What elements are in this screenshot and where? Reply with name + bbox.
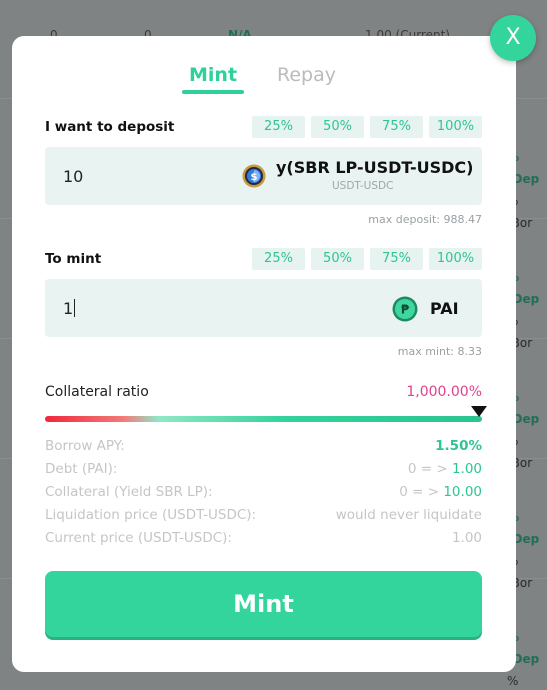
collateral-arrow: = > [412, 484, 440, 500]
mint-percent-buttons: 25% 50% 75% 100% [252, 248, 482, 270]
deposit-percent-buttons: 25% 50% 75% 100% [252, 116, 482, 138]
max-deposit-hint: max deposit: 988.47 [368, 213, 482, 226]
collateral-ratio-value: 1,000.00% [406, 384, 482, 400]
active-tab-indicator [182, 90, 244, 94]
borrow-apy-label: Borrow APY: [45, 438, 125, 454]
tab-repay[interactable]: Repay [277, 64, 336, 86]
liquidation-price-label: Liquidation price (USDT-USDC): [45, 507, 257, 523]
mint-token-name: PAI [430, 299, 459, 318]
deposit-token-name: y(SBR LP-USDT-USDC) [276, 158, 474, 177]
mint-submit-button[interactable]: Mint [45, 571, 482, 637]
mint-75-button[interactable]: 75% [370, 248, 423, 270]
svg-text:₱: ₱ [401, 303, 410, 317]
deposit-token-sub: USDT-USDC [332, 180, 394, 192]
tab-bar: Mint Repay [12, 64, 516, 96]
mint-50-button[interactable]: 50% [311, 248, 364, 270]
max-mint-hint: max mint: 8.33 [397, 345, 482, 358]
debt-arrow: = > [420, 461, 448, 477]
collateral-label: Collateral (Yield SBR LP): [45, 484, 213, 500]
close-icon[interactable]: X [490, 15, 536, 61]
deposit-input[interactable]: 10 $ y(SBR LP-USDT-USDC) USDT-USDC [45, 147, 482, 205]
collateral-ratio-label: Collateral ratio [45, 384, 149, 400]
text-caret [74, 299, 76, 317]
deposit-25-button[interactable]: 25% [252, 116, 305, 138]
borrow-apy-value: 1.50% [435, 438, 482, 454]
mint-25-button[interactable]: 25% [252, 248, 305, 270]
debt-to: 1.00 [451, 461, 482, 477]
collateral-to: 10.00 [443, 484, 482, 500]
mint-input[interactable]: 1 ₱ PAI [45, 279, 482, 337]
debt-from: 0 [407, 461, 417, 477]
collateral-ratio-marker [471, 406, 487, 417]
deposit-value: 10 [63, 167, 84, 186]
liquidation-price-value: would never liquidate [335, 507, 482, 523]
current-price-value: 1.00 [451, 530, 482, 546]
debt-label: Debt (PAI): [45, 461, 118, 477]
collateral-from: 0 [399, 484, 408, 500]
deposit-75-button[interactable]: 75% [370, 116, 423, 138]
mint-value-wrap: 1 [63, 299, 76, 318]
deposit-50-button[interactable]: 50% [311, 116, 364, 138]
mint-value: 1 [63, 299, 74, 318]
debt-value: 0 = > 1.00 [408, 461, 482, 477]
current-price-label: Current price (USDT-USDC): [45, 530, 232, 546]
deposit-label: I want to deposit [45, 119, 175, 135]
pai-coin-icon: ₱ [392, 296, 418, 326]
mint-100-button[interactable]: 100% [429, 248, 482, 270]
collateral-ratio-bar [45, 416, 482, 422]
mint-label: To mint [45, 251, 102, 267]
collateral-value: 0 = > 10.00 [399, 484, 482, 500]
svg-text:$: $ [251, 172, 258, 183]
tab-mint[interactable]: Mint [189, 64, 237, 86]
deposit-100-button[interactable]: 100% [429, 116, 482, 138]
saber-lp-icon: $ [242, 164, 266, 192]
mint-modal: Mint Repay I want to deposit 25% 50% 75%… [12, 36, 516, 672]
bg-row-sub: % (Bor [507, 674, 519, 688]
